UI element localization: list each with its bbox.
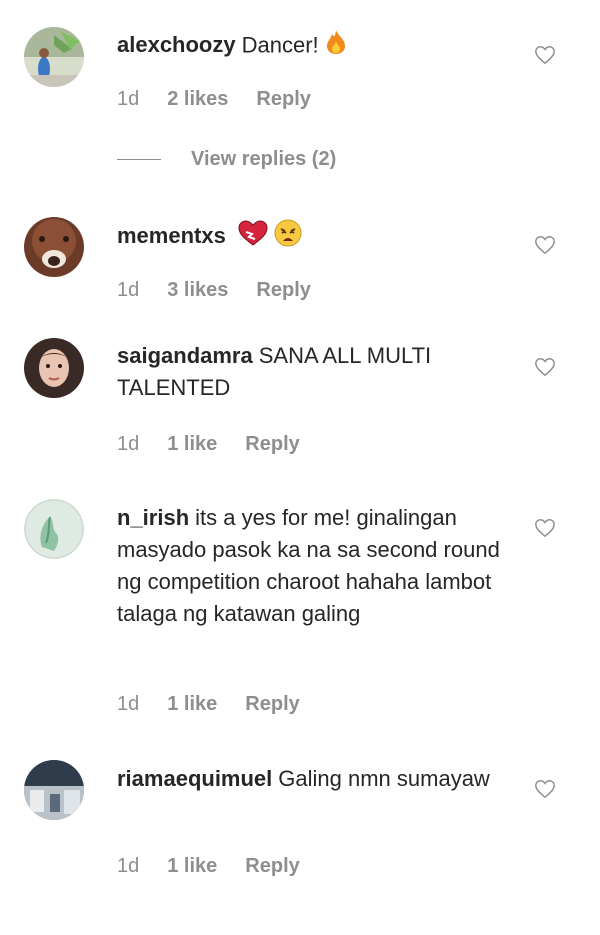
comment-body: saigandamra SANA ALL MULTI TALENTED [117,340,497,404]
comment-body: n_irish its a yes for me! ginalingan masy… [117,502,517,630]
comment-meta: 1d 3 likes Reply [117,279,311,302]
comment-meta: 1d 1 like Reply [117,693,300,716]
comment-body: riamaequimuel Galing nmn sumayaw [117,763,497,795]
username-link[interactable]: alexchoozy [117,32,236,57]
avatar[interactable] [24,499,84,559]
like-heart-icon[interactable] [534,44,556,66]
reply-button[interactable]: Reply [245,433,299,456]
timestamp: 1d [117,855,140,877]
comment-text: Dancer! [241,32,319,58]
view-replies-button[interactable]: View replies (2) [117,148,336,171]
username-link[interactable]: n_irish [117,505,189,530]
avatar[interactable] [24,338,84,398]
likes-count[interactable]: 3 likes [167,279,228,302]
like-heart-icon[interactable] [534,234,556,256]
timestamp: 1d [117,88,140,110]
weary-face-emoji [274,219,302,256]
comment-body: alexchoozy Dancer! [117,29,517,64]
divider-line [117,159,161,160]
username-link[interactable]: mementxs [117,223,226,248]
reply-button[interactable]: Reply [256,279,310,302]
comment-body: mementxs [117,219,517,256]
like-heart-icon[interactable] [534,778,556,800]
comment-meta: 1d 1 like Reply [117,433,300,456]
likes-count[interactable]: 2 likes [167,88,228,111]
heart-emoji [238,220,268,255]
timestamp: 1d [117,433,140,455]
comment-text: Galing nmn sumayaw [278,766,490,791]
avatar[interactable] [24,760,84,820]
reply-button[interactable]: Reply [256,88,310,111]
avatar[interactable] [24,27,84,87]
likes-count[interactable]: 1 like [167,693,217,716]
view-replies-label: View replies (2) [191,148,337,170]
timestamp: 1d [117,693,140,715]
username-link[interactable]: saigandamra [117,343,253,368]
like-heart-icon[interactable] [534,517,556,539]
fire-emoji [325,29,347,64]
reply-button[interactable]: Reply [245,693,299,716]
timestamp: 1d [117,279,140,301]
username-link[interactable]: riamaequimuel [117,766,272,791]
comment-meta: 1d 2 likes Reply [117,88,311,111]
reply-button[interactable]: Reply [245,855,299,878]
likes-count[interactable]: 1 like [167,855,217,878]
likes-count[interactable]: 1 like [167,433,217,456]
avatar[interactable] [24,217,84,277]
comment-meta: 1d 1 like Reply [117,855,300,878]
like-heart-icon[interactable] [534,356,556,378]
